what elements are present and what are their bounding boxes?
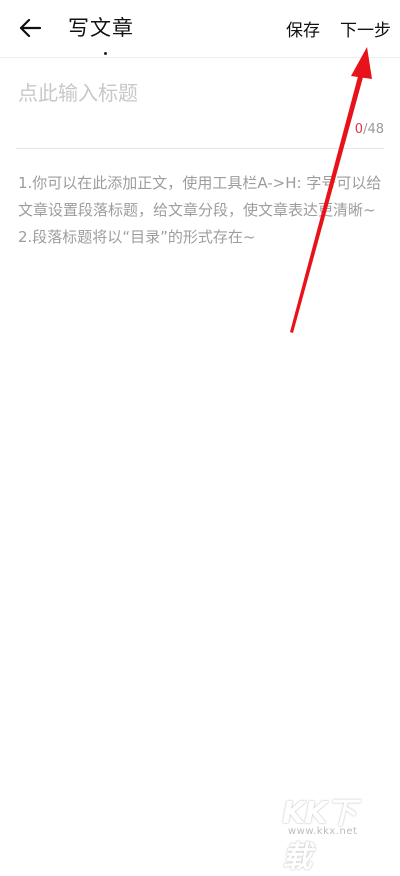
- arrow-left-icon: [19, 18, 41, 38]
- title-divider: [16, 148, 384, 149]
- save-button[interactable]: 保存: [286, 16, 320, 41]
- red-arrow-annotation: [290, 47, 372, 333]
- title-char-counter: 0/48: [355, 122, 384, 137]
- title-char-count-current: 0: [354, 122, 364, 137]
- cursor-dot: [104, 52, 107, 55]
- page-title: 写文章: [68, 16, 134, 40]
- site-watermark: KK下载 www.kkx.net: [282, 788, 382, 875]
- body-hint-line: 2.段落标题将以“目录”的形式存在~: [18, 228, 256, 246]
- top-app-bar: 写文章 保存 下一步: [0, 0, 400, 58]
- article-body-editor[interactable]: 1.你可以在此添加正文，使用工具栏A->H: 字号可以给文章设置段落标题，给文章…: [18, 170, 382, 251]
- back-button[interactable]: [14, 14, 46, 42]
- body-hint-line: 1.你可以在此添加正文，使用工具栏A->H: 字号可以给文章设置段落标题，给文章…: [18, 174, 382, 219]
- watermark-url: www.kkx.net: [288, 826, 358, 837]
- article-title-input[interactable]: [18, 76, 358, 110]
- title-char-count-max: /48: [363, 122, 384, 137]
- next-step-button[interactable]: 下一步: [340, 16, 391, 41]
